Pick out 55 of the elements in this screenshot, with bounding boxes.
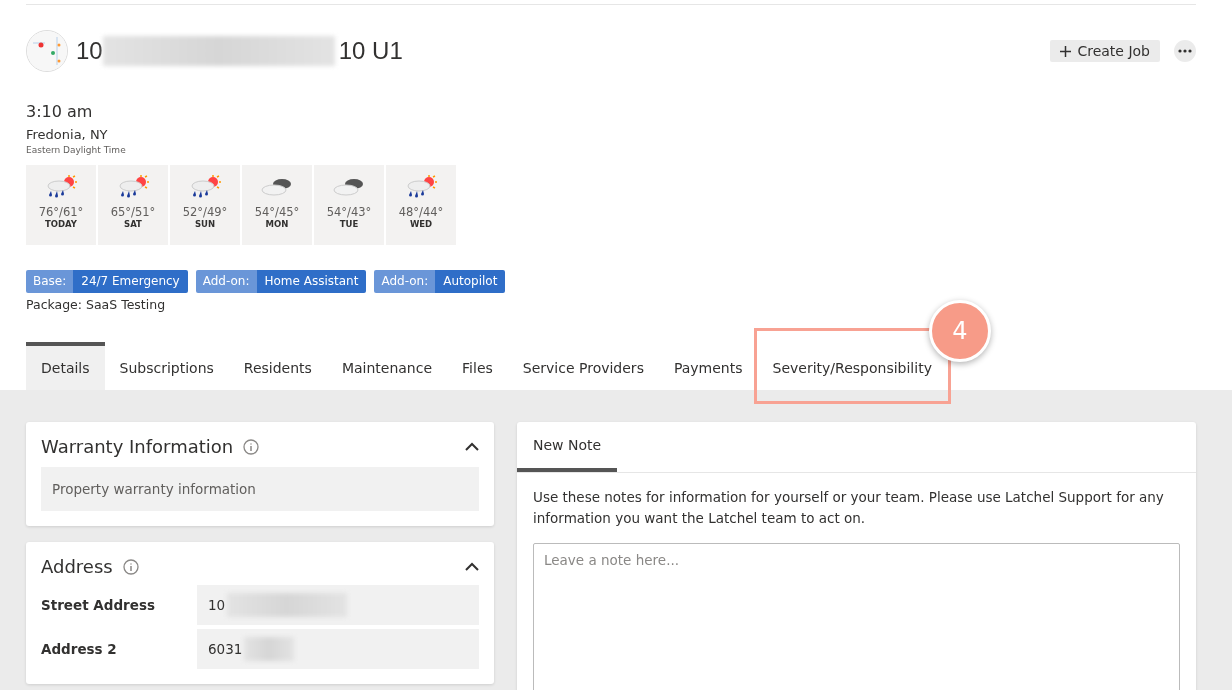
day-label: SAT [124, 219, 142, 229]
plus-icon [1060, 45, 1072, 57]
address-field[interactable]: 10 [197, 585, 479, 625]
temperature-range: 65°/51° [110, 205, 156, 219]
warranty-field[interactable]: Property warranty information [41, 467, 479, 511]
tab[interactable]: Maintenance [326, 342, 448, 390]
rain-sun-icon [44, 175, 78, 199]
plan-name-badge: Autopilot [435, 270, 506, 293]
info-icon[interactable] [243, 438, 260, 455]
new-note-tab[interactable]: New Note [517, 422, 618, 472]
field-label: Address 2 [41, 641, 118, 657]
temperature-range: 76°/61° [38, 205, 84, 219]
plan-type-badge: Add-on: [195, 270, 257, 293]
tab[interactable]: Files [447, 342, 508, 390]
package-label: Package: SaaS Testing [26, 297, 167, 312]
address-field[interactable]: 6031 [197, 629, 479, 669]
temperature-range: 48°/44° [398, 205, 444, 219]
map-thumbnail-icon [26, 30, 68, 72]
note-instructions: Use these notes for information for yourself or your team. Please use Latchel Support for any information you want the Latchel team to act on. [532, 488, 1165, 528]
city-name: Fredonia, NY [26, 127, 109, 142]
property-title: 10 U1 [338, 37, 403, 65]
card-title: Warranty Information [41, 436, 234, 457]
tab[interactable]: Details [26, 342, 105, 390]
day-label: TODAY [45, 219, 77, 229]
tab[interactable]: Subscriptions [104, 342, 229, 390]
day-label: MON [265, 219, 289, 229]
rain-sun-icon [188, 175, 222, 199]
plan-type-badge: Base: [26, 270, 74, 293]
plan-type-badge: Add-on: [374, 270, 436, 293]
temperature-range: 52°/49° [182, 205, 228, 219]
tab[interactable]: Payments [658, 342, 758, 390]
property-title: 10 [76, 37, 103, 65]
rain-sun-icon [404, 175, 438, 199]
timezone-label: Eastern Daylight Time [26, 145, 127, 155]
info-icon[interactable] [122, 558, 139, 575]
day-label: WED [409, 219, 433, 229]
temperature-range: 54°/43° [326, 205, 372, 219]
local-time: 3:10 am [26, 102, 94, 121]
plan-name-badge: Home Assistant [256, 270, 367, 293]
note-input-field[interactable]: Leave a note here... [533, 543, 1180, 690]
more-options-icon [1178, 49, 1192, 53]
day-label: TUE [339, 219, 359, 229]
temperature-range: 54°/45° [254, 205, 300, 219]
collapse-chevron-icon[interactable] [465, 442, 479, 451]
step-callout-badge: 4 [929, 300, 991, 362]
plan-name-badge: 24/7 Emergency [73, 270, 188, 293]
create-job-button[interactable]: Create Job [1050, 40, 1160, 62]
card-title: Address [41, 556, 113, 577]
more-options-button[interactable] [1174, 40, 1196, 62]
tab[interactable]: Service Providers [507, 342, 659, 390]
field-label: Street Address [41, 597, 156, 613]
rain-sun-icon [116, 175, 150, 199]
collapse-chevron-icon[interactable] [465, 562, 479, 571]
tab[interactable]: Residents [228, 342, 327, 390]
day-label: SUN [194, 219, 216, 229]
